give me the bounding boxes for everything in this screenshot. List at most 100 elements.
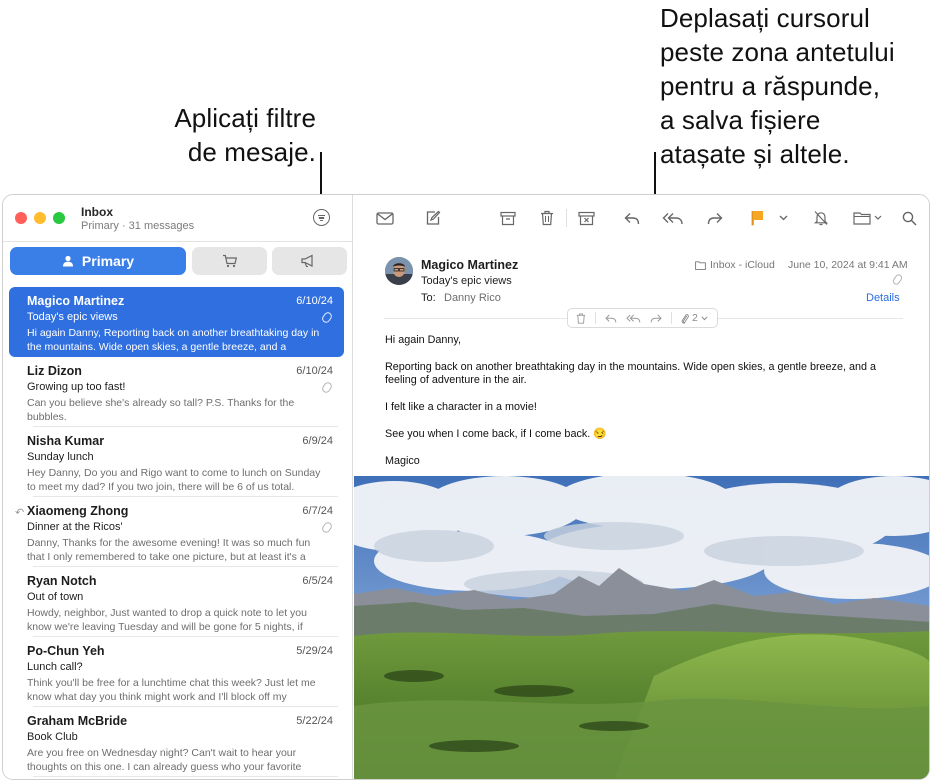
- header-body-divider-left: [384, 318, 567, 319]
- list-item-subject: Book Club: [27, 731, 78, 743]
- message-list-pane: Inbox Primary · 31 messages Primary Magi…: [3, 195, 353, 779]
- tab-primary-label: Primary: [81, 253, 135, 269]
- details-link[interactable]: Details: [866, 292, 900, 304]
- mail-window: Inbox Primary · 31 messages Primary Magi…: [2, 194, 930, 780]
- header-callout-line-4: a salva fișiere: [660, 105, 821, 135]
- list-item-date: 6/9/24: [302, 435, 333, 447]
- list-item-subject: Sunday lunch: [27, 451, 94, 463]
- filter-callout: Aplicați filtre de mesaje.: [120, 101, 316, 169]
- folder-icon: [695, 260, 706, 270]
- body-paragraph: Reporting back on another breathtaking d…: [385, 361, 876, 386]
- message-list: Magico Martinez 6/10/24 Today's epic views…: [3, 287, 353, 777]
- cart-icon: [222, 254, 237, 268]
- header-callout-line-1: Deplasați cursorul: [660, 3, 870, 33]
- header-callout-line-2: peste zona antetului: [660, 37, 895, 67]
- hover-bar-divider: [595, 312, 596, 324]
- flag-menu-chevron-down-icon[interactable]: [776, 207, 790, 229]
- list-item-subject: Growing up too fast!: [27, 381, 126, 393]
- chevron-down-icon: [701, 315, 708, 320]
- recipient: Danny Rico: [444, 292, 501, 304]
- message-date: June 10, 2024 at 9:41 AM: [788, 259, 908, 271]
- reply-all-icon[interactable]: [626, 314, 641, 323]
- list-item[interactable]: Po-Chun Yeh 5/29/24 Lunch call? Think you'l…: [3, 637, 353, 707]
- body-paragraph: Magico: [385, 455, 420, 467]
- list-item[interactable]: Magico Martinez 6/10/24 Today's epic views…: [3, 287, 353, 357]
- list-item-preview: Can you believe she's already so tall? P…: [27, 397, 295, 423]
- person-icon: [62, 255, 73, 267]
- compose-icon[interactable]: [422, 207, 444, 229]
- tab-promotions-button[interactable]: [272, 247, 344, 275]
- list-item-preview: Think you'll be free for a lunchtime cha…: [27, 677, 316, 703]
- hover-bar-divider: [671, 312, 672, 324]
- mailbox-subtitle: Primary · 31 messages: [81, 220, 195, 232]
- trash-icon[interactable]: [576, 312, 586, 324]
- list-item-sender: Xiaomeng Zhong: [27, 504, 129, 518]
- list-item-sender: Liz Dizon: [27, 364, 82, 378]
- list-item-preview: Danny, Thanks for the awesome evening! I…: [27, 537, 311, 563]
- body-paragraph: Hi again Danny,: [385, 334, 462, 346]
- list-item-sender: Magico Martinez: [27, 294, 125, 308]
- header-hover-actions: 2: [567, 308, 718, 328]
- attachment-count: 2: [692, 312, 698, 324]
- filter-icon[interactable]: [313, 209, 330, 226]
- attached-mountain-photo: [354, 476, 929, 779]
- mailbox-title: Inbox: [81, 205, 113, 219]
- tab-primary[interactable]: Primary: [10, 247, 186, 275]
- header-body-divider-right: [718, 318, 903, 319]
- to-label: To:: [421, 292, 436, 304]
- list-item[interactable]: Graham McBride 5/22/24 Book Club Are you fr…: [3, 707, 353, 777]
- tab-transactions[interactable]: [192, 247, 267, 275]
- list-item-date: 6/10/24: [296, 295, 333, 307]
- replied-icon: ↶: [15, 507, 25, 519]
- save-attachments-button[interactable]: 2: [681, 312, 708, 324]
- list-item-preview: Howdy, neighbor, Just wanted to drop a q…: [27, 607, 307, 633]
- list-item-sender: Nisha Kumar: [27, 434, 105, 448]
- mailbox-location-label: Inbox - iCloud: [710, 259, 775, 271]
- move-to-folder-icon[interactable]: [851, 207, 887, 229]
- minimize-window-button[interactable]: [34, 212, 46, 224]
- list-item-preview: Hi again Danny, Reporting back on anothe…: [27, 327, 320, 353]
- header-callout-line-5: atașate și altele.: [660, 139, 850, 169]
- flag-icon[interactable]: [746, 207, 768, 229]
- list-divider: [33, 776, 338, 777]
- trash-icon[interactable]: [536, 207, 558, 229]
- reply-all-icon[interactable]: [660, 207, 686, 229]
- header-callout-line-3: pentru a răspunde,: [660, 71, 881, 101]
- list-item[interactable]: Liz Dizon 6/10/24 Growing up too fast! Can …: [3, 357, 353, 427]
- header-divider: [3, 241, 353, 242]
- close-window-button[interactable]: [15, 212, 27, 224]
- list-item[interactable]: ↶ Xiaomeng Zhong 6/7/24 Dinner at the Ricos…: [3, 497, 353, 567]
- filter-callout-line-2: de mesaje.: [187, 137, 316, 167]
- reading-pane: Magico Martinez Today's epic views To: D…: [354, 195, 929, 779]
- list-item-preview: Hey Danny, Do you and Rigo want to come …: [27, 467, 321, 493]
- forward-icon[interactable]: [704, 207, 726, 229]
- list-item-sender: Po-Chun Yeh: [27, 644, 105, 658]
- avatar: [385, 257, 413, 285]
- list-item[interactable]: Nisha Kumar 6/9/24 Sunday lunch Hey Danny, …: [3, 427, 353, 497]
- list-item-date: 6/5/24: [302, 575, 333, 587]
- message-subject: Today's epic views: [421, 275, 512, 287]
- list-item-subject: Dinner at the Ricos': [27, 521, 123, 533]
- forward-icon[interactable]: [650, 314, 662, 323]
- envelope-icon[interactable]: [374, 207, 396, 229]
- toolbar-divider: [566, 209, 567, 227]
- reply-icon[interactable]: [621, 207, 643, 229]
- body-paragraph: See you when I come back, if I come back…: [385, 428, 607, 440]
- message-body: Hi again Danny, Reporting back on anothe…: [385, 334, 905, 482]
- mute-icon[interactable]: [810, 207, 832, 229]
- list-item[interactable]: Ryan Notch 6/5/24 Out of town Howdy, neighb…: [3, 567, 353, 637]
- search-icon[interactable]: [899, 207, 919, 229]
- header-callout: Deplasați cursorul peste zona antetului …: [660, 1, 930, 171]
- zoom-window-button[interactable]: [53, 212, 65, 224]
- list-item-sender: Ryan Notch: [27, 574, 97, 588]
- reply-icon[interactable]: [605, 314, 617, 323]
- list-item-date: 5/29/24: [296, 645, 333, 657]
- paperclip-icon: [891, 272, 904, 287]
- toolbar: [354, 195, 929, 241]
- list-item-date: 5/22/24: [296, 715, 333, 727]
- junk-icon[interactable]: [574, 207, 598, 229]
- archive-icon[interactable]: [497, 207, 519, 229]
- list-item-date: 6/7/24: [302, 505, 333, 517]
- body-paragraph: I felt like a character in a movie!: [385, 401, 537, 413]
- list-item-subject: Lunch call?: [27, 661, 83, 673]
